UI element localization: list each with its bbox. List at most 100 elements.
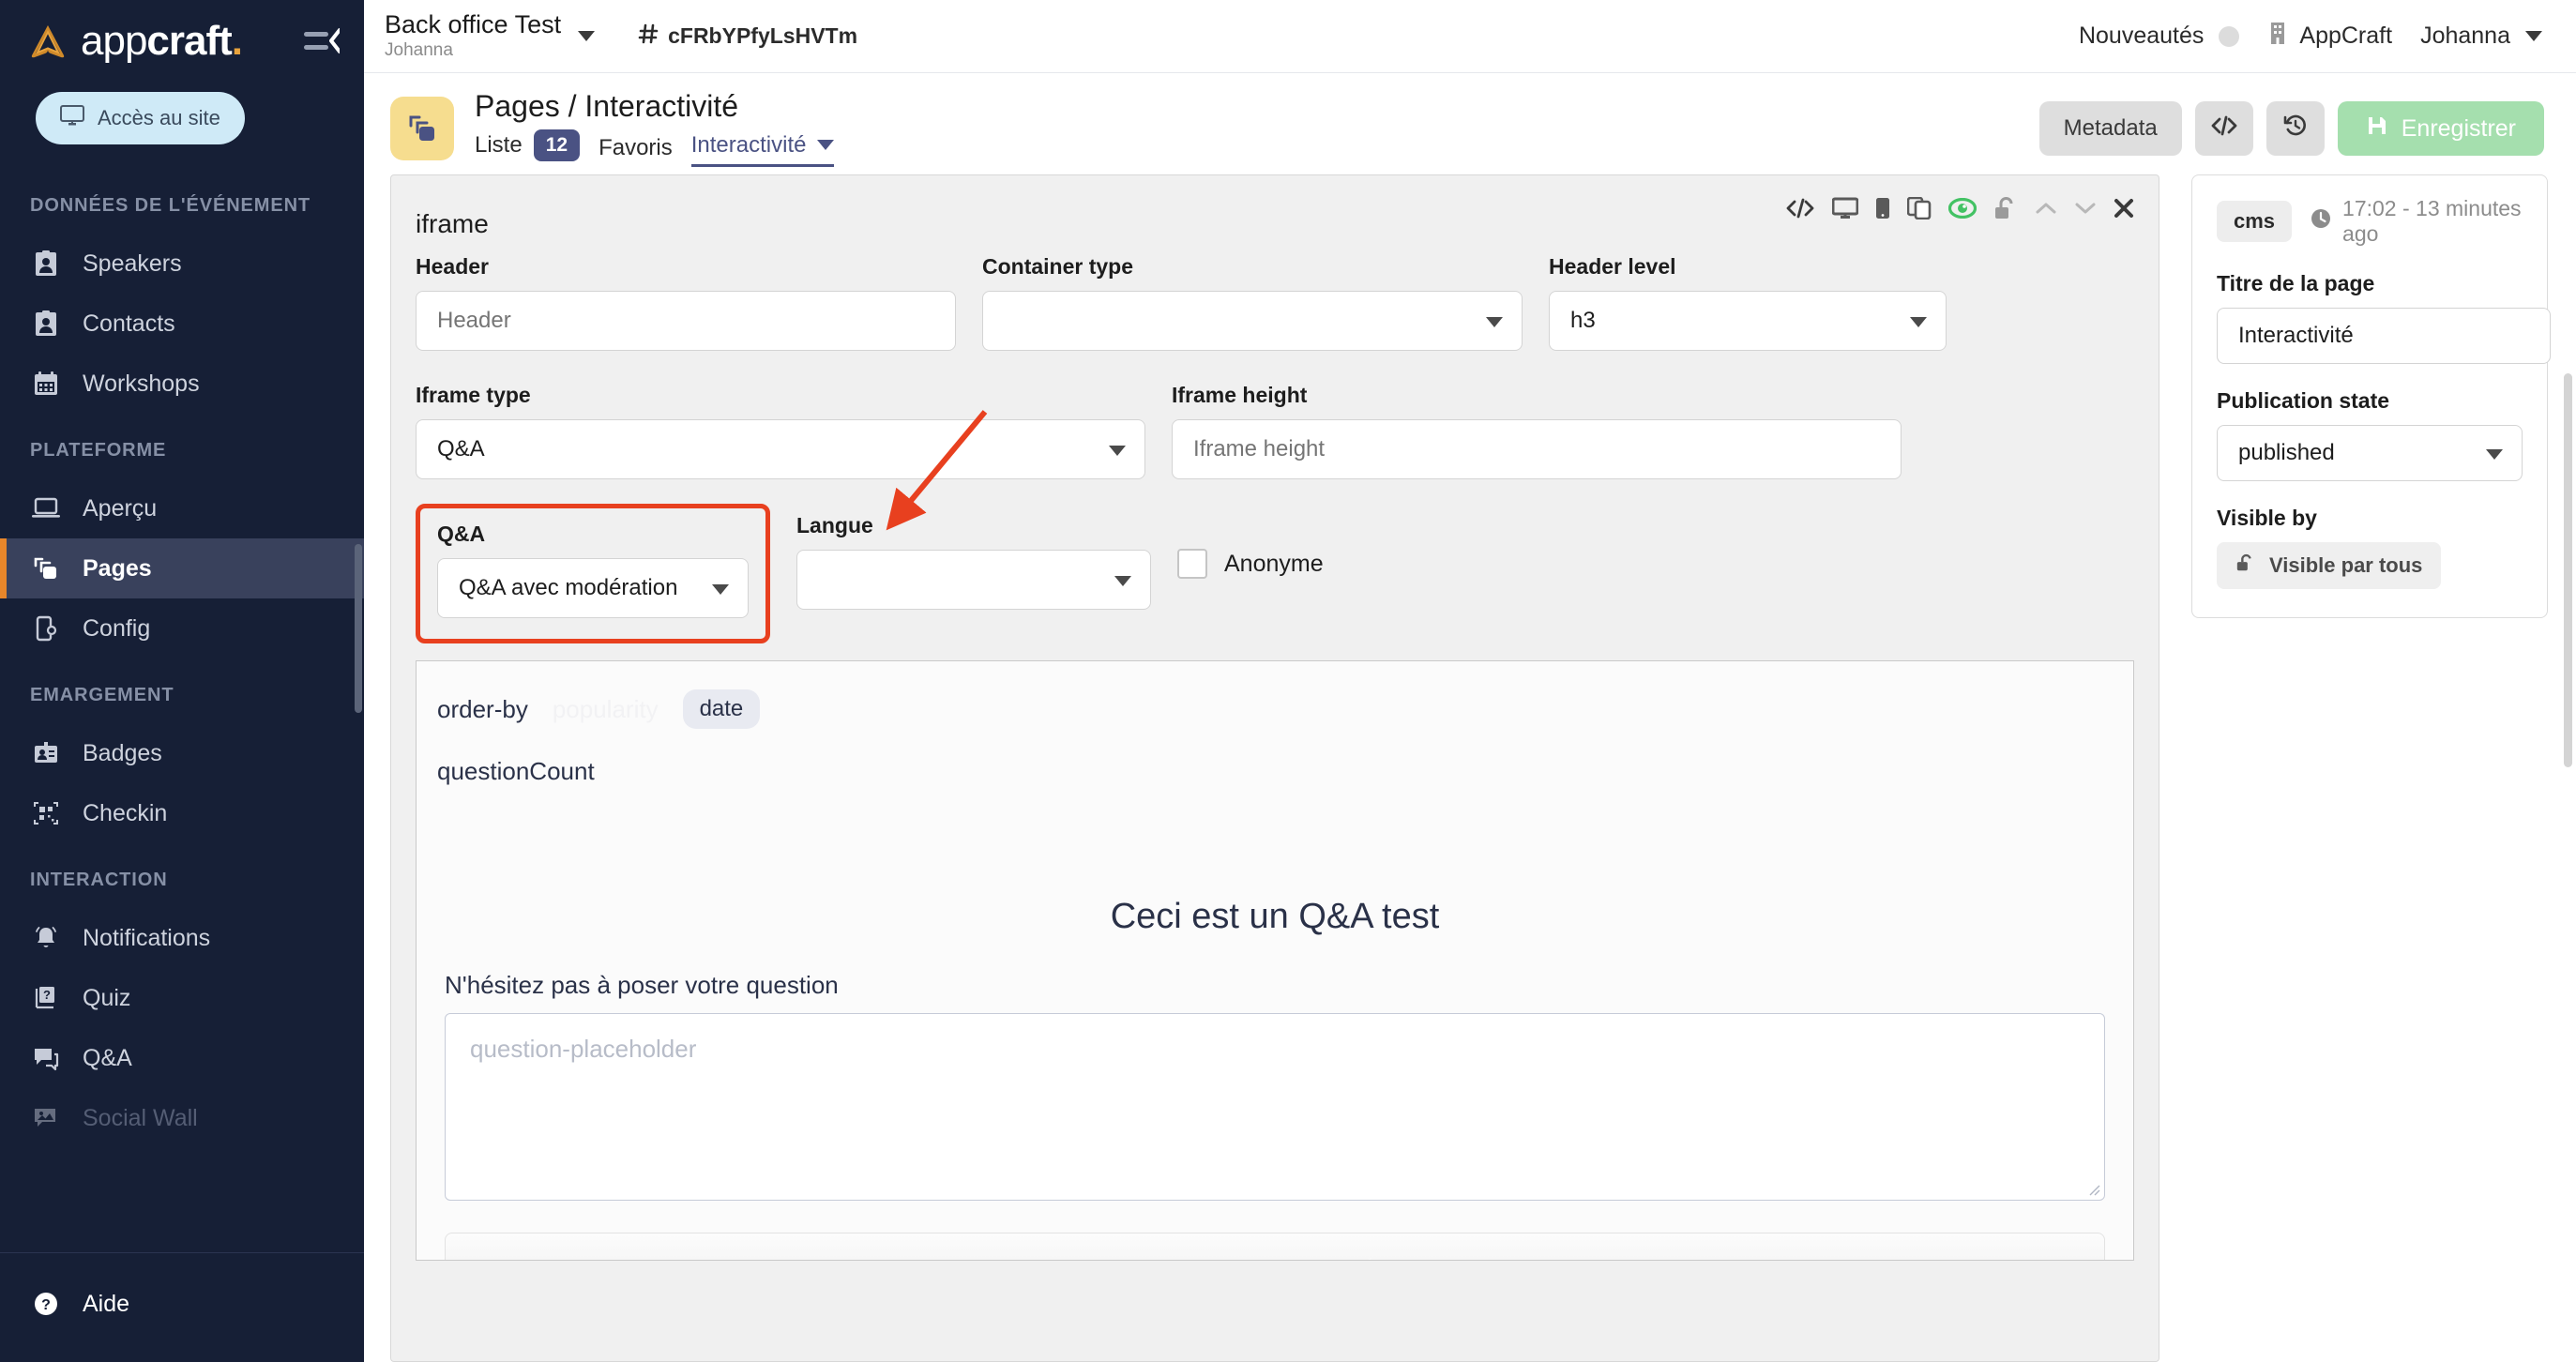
sidebar-item-workshops[interactable]: Workshops bbox=[0, 354, 364, 414]
lock-toggle[interactable] bbox=[1993, 196, 2018, 220]
sidebar-item-label: Contacts bbox=[83, 310, 175, 338]
meta-top-row: cms 17:02 - 13 minutes ago bbox=[2217, 196, 2523, 247]
tab-interactivite[interactable]: Interactivité bbox=[691, 132, 835, 167]
duplicate-block[interactable] bbox=[1907, 197, 1932, 219]
visibility-toggle[interactable] bbox=[1948, 198, 1977, 219]
delete-block[interactable] bbox=[2114, 198, 2134, 219]
sidebar-item-label: Badges bbox=[83, 740, 162, 767]
sidebar-item-speakers[interactable]: Speakers bbox=[0, 234, 364, 294]
sidebar-item-config[interactable]: Config bbox=[0, 598, 364, 658]
tab-favoris[interactable]: Favoris bbox=[599, 135, 673, 167]
sidebar-item-label: Notifications bbox=[83, 925, 210, 952]
field-label: Iframe type bbox=[416, 383, 1145, 408]
code-view-button[interactable] bbox=[2195, 101, 2253, 156]
publication-state-select[interactable]: published bbox=[2217, 425, 2523, 481]
content-scrollbar[interactable] bbox=[2564, 373, 2572, 767]
langue-select[interactable] bbox=[796, 550, 1151, 610]
sidebar-item-apercu[interactable]: Aperçu bbox=[0, 478, 364, 538]
visible-by-chip[interactable]: Visible par tous bbox=[2217, 542, 2441, 589]
sidebar-item-contacts[interactable]: Contacts bbox=[0, 294, 364, 354]
sidebar-scrollbar[interactable] bbox=[355, 544, 362, 713]
last-modified: 17:02 - 13 minutes ago bbox=[2311, 196, 2523, 247]
content-area: iframe bbox=[364, 167, 2576, 1362]
sidebar-item-pages[interactable]: Pages bbox=[0, 538, 364, 598]
preview-subtitle: N'hésitez pas à poser votre question bbox=[417, 971, 2133, 1000]
topbar: Back office Test Johanna cFRbYPfyLsHVTm … bbox=[364, 0, 2576, 73]
sidebar: appcraft. Accès au site bbox=[0, 0, 364, 1362]
last-modified-text: 17:02 - 13 minutes ago bbox=[2342, 196, 2523, 247]
qa-mode-value: Q&A avec modération bbox=[459, 575, 677, 601]
sidebar-item-quiz[interactable]: ? Quiz bbox=[0, 968, 364, 1028]
user-menu[interactable]: Johanna bbox=[2420, 23, 2542, 50]
move-block-up[interactable] bbox=[2035, 200, 2057, 217]
header-input[interactable] bbox=[416, 291, 956, 351]
metadata-button[interactable]: Metadata bbox=[2039, 101, 2182, 156]
anonyme-field: Anonyme bbox=[1177, 549, 1324, 596]
history-button[interactable] bbox=[2266, 101, 2325, 156]
save-button[interactable]: Enregistrer bbox=[2338, 101, 2544, 156]
header-level-select[interactable]: h3 bbox=[1549, 291, 1947, 351]
chevron-down-icon bbox=[1109, 446, 1126, 456]
chat-icon bbox=[30, 1042, 62, 1074]
move-block-down[interactable] bbox=[2074, 200, 2097, 217]
tab-count-badge: 12 bbox=[534, 129, 580, 161]
ask-question-button[interactable]: askAQuestion bbox=[445, 1233, 2105, 1261]
site-access-button[interactable]: Accès au site bbox=[36, 92, 245, 144]
iframe-type-select[interactable]: Q&A bbox=[416, 419, 1145, 479]
sidebar-item-notifications[interactable]: Notifications bbox=[0, 908, 364, 968]
field-row-3: Q&A Q&A avec modération Langue bbox=[416, 500, 2134, 643]
page-header-texts: Pages / Interactivité Liste 12 Favoris I… bbox=[475, 90, 834, 166]
project-id[interactable]: cFRbYPfyLsHVTm bbox=[638, 23, 857, 50]
block-header: iframe bbox=[416, 196, 2134, 239]
history-icon bbox=[2283, 114, 2308, 144]
order-popularity-option[interactable]: popularity bbox=[553, 695, 659, 724]
appcraft-logo-icon bbox=[28, 23, 68, 60]
organisation-selector[interactable]: AppCraft bbox=[2267, 21, 2392, 52]
speaker-card-icon bbox=[30, 248, 62, 280]
sidebar-item-qa[interactable]: Q&A bbox=[0, 1028, 364, 1088]
sidebar-logo[interactable]: appcraft. bbox=[0, 0, 364, 83]
desktop-visibility-toggle[interactable] bbox=[1832, 197, 1858, 219]
contact-card-icon bbox=[30, 308, 62, 340]
site-access-wrap: Accès au site bbox=[0, 83, 364, 169]
news-button[interactable]: Nouveautés bbox=[2079, 23, 2239, 50]
site-access-label: Accès au site bbox=[98, 106, 220, 130]
container-type-select[interactable] bbox=[982, 291, 1523, 351]
svg-text:?: ? bbox=[41, 1297, 51, 1313]
sidebar-item-label: Workshops bbox=[83, 371, 200, 398]
news-label: Nouveautés bbox=[2079, 23, 2204, 50]
sidebar-item-badges[interactable]: Badges bbox=[0, 723, 364, 783]
code-view-toggle[interactable] bbox=[1785, 198, 1815, 219]
project-name: Back office Test bbox=[385, 11, 561, 38]
header-level-value: h3 bbox=[1570, 308, 1596, 334]
sidebar-item-label: Quiz bbox=[83, 985, 130, 1012]
mobile-visibility-toggle[interactable] bbox=[1875, 197, 1890, 219]
sidebar-section-title: INTERACTION bbox=[0, 843, 364, 908]
block-toolbar bbox=[1785, 196, 2134, 220]
page-title-input[interactable] bbox=[2217, 308, 2551, 364]
sidebar-item-checkin[interactable]: Checkin bbox=[0, 783, 364, 843]
sidebar-item-social-wall[interactable]: Social Wall bbox=[0, 1088, 364, 1148]
resize-handle-icon[interactable] bbox=[2085, 1181, 2100, 1196]
meta-column: cms 17:02 - 13 minutes ago Titre de la p… bbox=[2182, 167, 2576, 1362]
chevron-down-icon bbox=[578, 31, 595, 41]
field-qa: Q&A Q&A avec modération bbox=[437, 522, 749, 618]
page-meta-card: cms 17:02 - 13 minutes ago Titre de la p… bbox=[2191, 174, 2548, 618]
sidebar-item-aide[interactable]: ? Aide bbox=[0, 1274, 364, 1334]
anonyme-checkbox[interactable] bbox=[1177, 549, 1207, 579]
order-date-option[interactable]: date bbox=[683, 689, 761, 729]
field-container-type: Container type bbox=[982, 254, 1523, 351]
visible-by-value: Visible par tous bbox=[2269, 553, 2422, 578]
question-textarea[interactable]: question-placeholder bbox=[445, 1013, 2105, 1201]
qa-mode-select[interactable]: Q&A avec modération bbox=[437, 558, 749, 618]
iframe-height-input[interactable] bbox=[1172, 419, 1902, 479]
field-header-level: Header level h3 bbox=[1549, 254, 1947, 351]
field-label: Header level bbox=[1549, 254, 1947, 280]
clock-icon bbox=[2311, 208, 2331, 235]
tab-liste[interactable]: Liste 12 bbox=[475, 129, 580, 167]
sidebar-bottom: ? Aide bbox=[0, 1252, 364, 1362]
project-selector[interactable]: Back office Test Johanna bbox=[364, 11, 595, 60]
collapse-menu-icon[interactable] bbox=[304, 27, 340, 55]
hash-icon bbox=[638, 23, 659, 50]
chevron-down-icon bbox=[1910, 317, 1927, 327]
